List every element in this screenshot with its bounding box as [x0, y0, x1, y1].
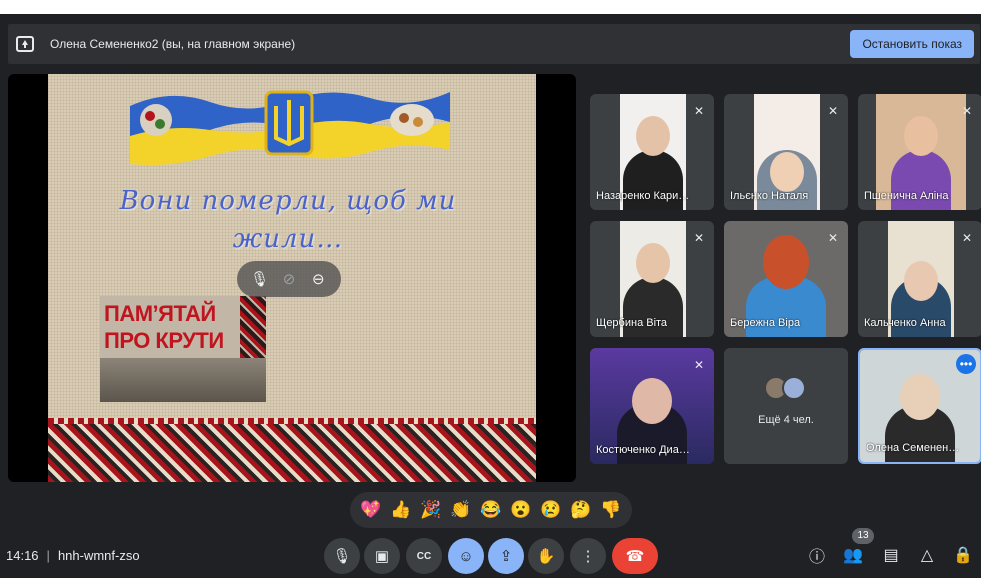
reaction-heart-icon[interactable]: 💖 — [358, 497, 384, 523]
meeting-code: hnh-wmnf-zso — [57, 548, 140, 563]
participant-tile[interactable]: ✕ Назаренко Кари… — [590, 94, 714, 210]
meet-window: Олена Семененко2 (вы, на главном экране)… — [0, 14, 981, 578]
tile-options-pill: 🎙 ⊘ ⊖ — [237, 261, 341, 297]
end-call-icon: ☎ — [625, 548, 645, 565]
emoji-icon: ☺ — [458, 547, 474, 565]
presenting-banner: Олена Семененко2 (вы, на главном экране)… — [8, 24, 980, 64]
slide-heading: Вони померли, щоб ми жили… — [68, 182, 508, 258]
participant-name: Олена Семенен… — [866, 442, 960, 454]
participant-tile-self[interactable]: ••• Олена Семенен… — [858, 348, 981, 464]
participant-name: Бережна Віра — [730, 317, 801, 329]
meeting-details-button[interactable]: ⓘ — [802, 540, 832, 570]
present-screen-icon: ⇪ — [499, 548, 513, 565]
activities-icon: △ — [920, 547, 934, 564]
more-vert-icon: ⋮ — [580, 548, 596, 565]
microphone-button[interactable]: 🎙 — [324, 538, 360, 574]
meeting-info-separator: | — [46, 548, 50, 563]
participant-name: Щербина Віта — [596, 317, 668, 329]
mic-off-icon: ✕ — [693, 104, 705, 118]
participant-tile[interactable]: ✕ Костюченко Диа… — [590, 348, 714, 464]
participant-name: Костюченко Диа… — [596, 444, 690, 456]
captions-button[interactable]: CC — [406, 538, 442, 574]
raise-hand-button[interactable]: ✋ — [528, 538, 564, 574]
avatar — [782, 376, 806, 400]
present-screen-button[interactable]: ⇪ — [488, 538, 524, 574]
more-participants-tile[interactable]: Ещё 4 чел. — [724, 348, 848, 464]
info-icon: ⓘ — [808, 549, 825, 566]
more-participants-label: Ещё 4 чел. — [758, 414, 814, 426]
reactions-bar: 💖 👍 🎉 👏 😂 😮 😢 🤔 👎 — [350, 492, 632, 528]
camera-icon: ▣ — [374, 548, 390, 565]
ukrainian-flags-image — [130, 90, 450, 165]
reaction-surprised-icon[interactable]: 😮 — [508, 497, 534, 523]
participant-name: Кальченко Анна — [864, 317, 946, 329]
reaction-thinking-icon[interactable]: 🤔 — [568, 497, 594, 523]
poster-line2: ПРО КРУТИ — [104, 328, 224, 353]
mic-off-icon: ✕ — [693, 231, 705, 245]
slide-heading-line1: Вони померли, щоб ми — [119, 186, 457, 216]
host-controls-icon: 🔒 — [953, 547, 973, 564]
chat-icon: ▤ — [883, 547, 899, 564]
mic-off-icon[interactable]: 🎙 — [249, 268, 271, 290]
chat-button[interactable]: ▤ — [876, 540, 906, 570]
mic-off-icon: ✕ — [827, 104, 839, 118]
host-controls-button[interactable]: 🔒 — [948, 540, 978, 570]
more-options-button[interactable]: ••• — [956, 354, 976, 374]
microphone-icon: 🎙 — [332, 548, 352, 565]
poster-ornament — [240, 296, 266, 358]
reactions-button[interactable]: ☺ — [448, 538, 484, 574]
meeting-time: 14:16 — [6, 548, 39, 563]
people-button[interactable]: 👥 — [838, 540, 868, 570]
more-avatars — [764, 376, 808, 402]
bottom-control-bar: 14:16 | hnh-wmnf-zso 🎙 ▣ CC ☺ ⇪ ✋ ⋮ ☎ ⓘ … — [0, 528, 981, 578]
kruty-poster: ПАМ’ЯТАЙ ПРО КРУТИ — [100, 296, 266, 402]
poster-line1: ПАМ’ЯТАЙ — [104, 301, 216, 326]
embroidery-border — [48, 418, 536, 482]
shared-screen: Вони померли, щоб ми жили… ПАМ’ЯТАЙ ПРО … — [8, 74, 576, 482]
people-count-badge: 13 — [852, 528, 874, 544]
mic-off-icon: ✕ — [961, 104, 973, 118]
reaction-party-icon[interactable]: 🎉 — [418, 497, 444, 523]
activities-button[interactable]: △ — [912, 540, 942, 570]
poster-text: ПАМ’ЯТАЙ ПРО КРУТИ — [104, 300, 224, 354]
participant-name: Ільєнко Наталя — [730, 190, 809, 202]
participant-tile[interactable]: ✕ Ільєнко Наталя — [724, 94, 848, 210]
camera-button[interactable]: ▣ — [364, 538, 400, 574]
poster-photo — [100, 358, 266, 402]
mic-off-icon: ✕ — [961, 231, 973, 245]
reaction-clap-icon[interactable]: 👏 — [448, 497, 474, 523]
stop-presenting-button[interactable]: Остановить показ — [850, 30, 974, 58]
mic-off-icon: ✕ — [693, 358, 705, 372]
reaction-laugh-icon[interactable]: 😂 — [478, 497, 504, 523]
reaction-thumbs-down-icon[interactable]: 👎 — [598, 497, 624, 523]
mic-off-icon: ✕ — [827, 231, 839, 245]
more-options-button[interactable]: ⋮ — [570, 538, 606, 574]
slide-heading-line2: жили… — [232, 224, 344, 254]
hand-icon: ✋ — [536, 548, 556, 565]
captions-icon: CC — [416, 550, 432, 562]
presenting-title: Олена Семененко2 (вы, на главном экране) — [50, 37, 296, 51]
participant-name: Назаренко Кари… — [596, 190, 690, 202]
participant-name: Пшенична Аліна — [864, 190, 949, 202]
participant-tile[interactable]: ✕ Бережна Віра — [724, 221, 848, 337]
participant-tile[interactable]: ✕ Пшенична Аліна — [858, 94, 981, 210]
meeting-info: 14:16 | hnh-wmnf-zso — [6, 548, 140, 563]
participant-tile[interactable]: ✕ Кальченко Анна — [858, 221, 981, 337]
present-screen-icon — [16, 36, 34, 52]
people-icon: 👥 — [843, 547, 863, 564]
reaction-thumbs-up-icon[interactable]: 👍 — [388, 497, 414, 523]
visual-effects-off-icon[interactable]: ⊘ — [278, 268, 300, 290]
remove-icon[interactable]: ⊖ — [307, 268, 329, 290]
participant-tile[interactable]: ✕ Щербина Віта — [590, 221, 714, 337]
reaction-sad-icon[interactable]: 😢 — [538, 497, 564, 523]
end-call-button[interactable]: ☎ — [612, 538, 658, 574]
